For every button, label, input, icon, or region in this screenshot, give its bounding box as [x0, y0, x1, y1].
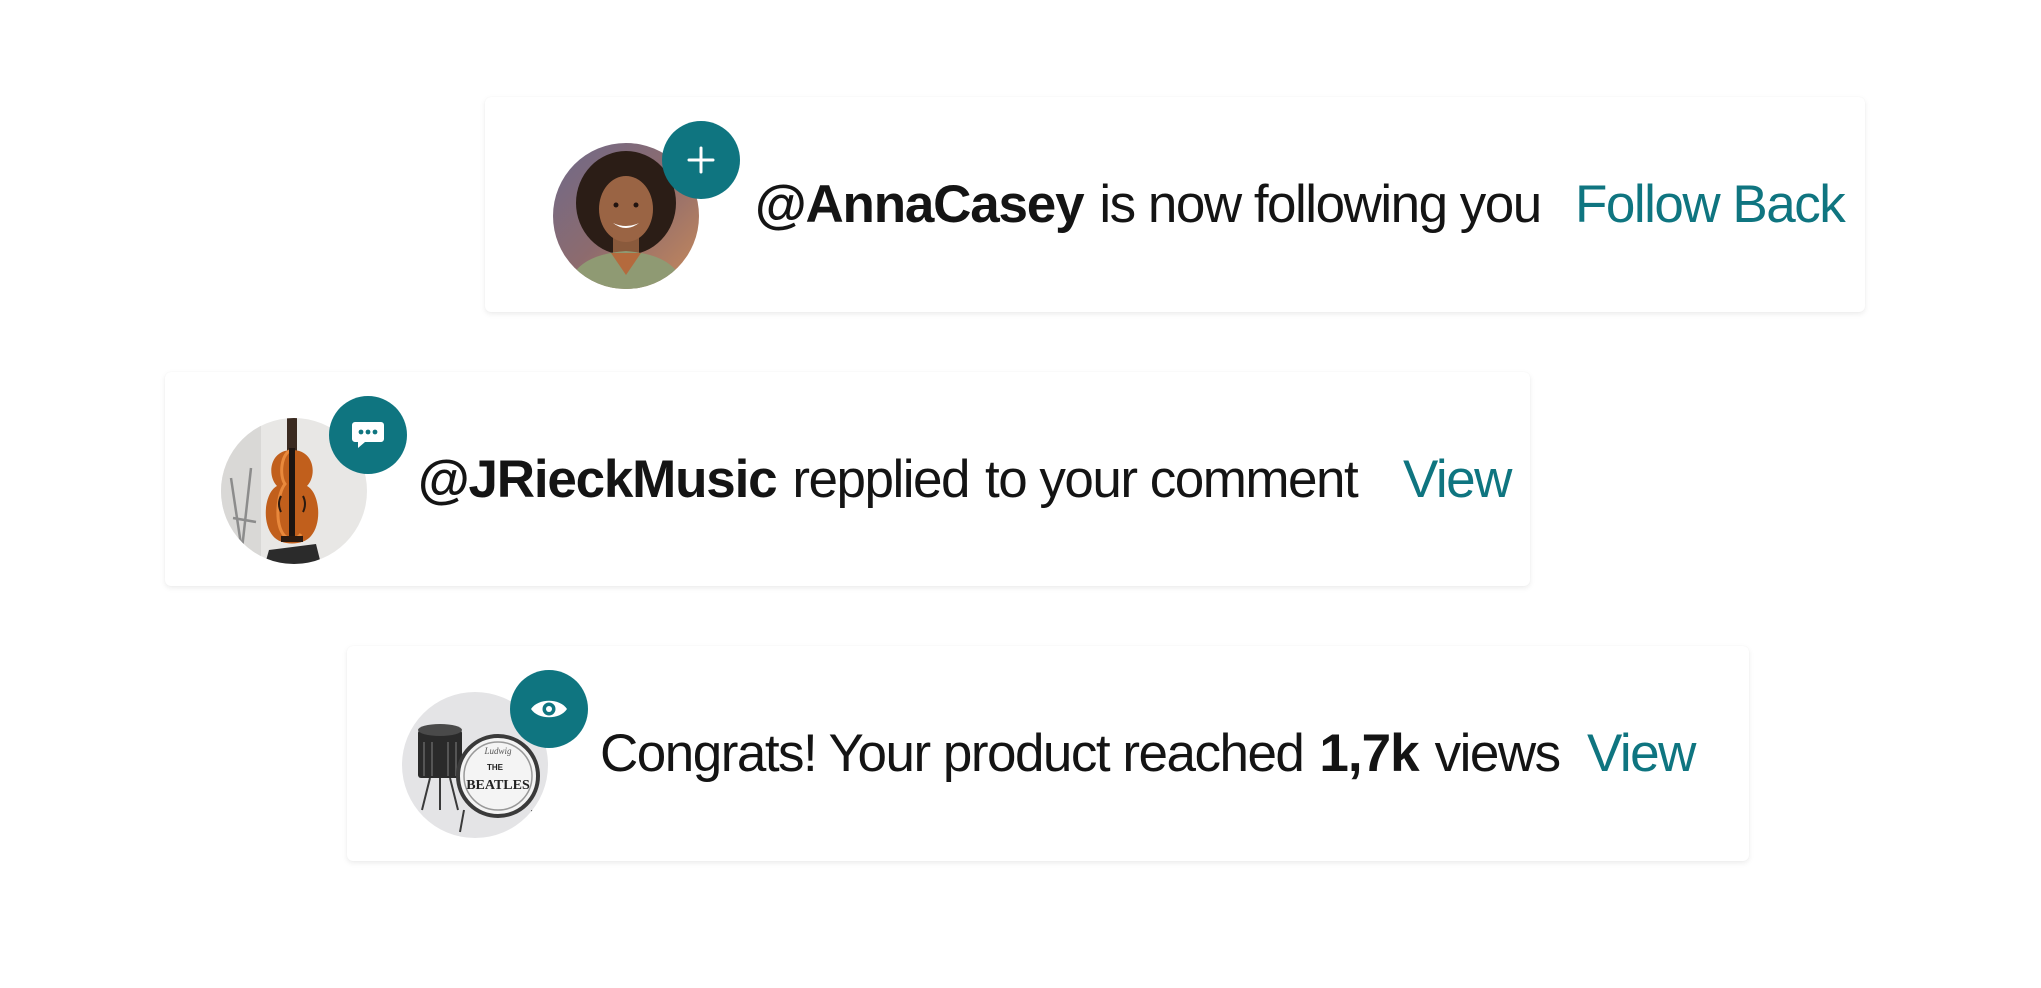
drum-head-text-2: BEATLES [466, 778, 530, 793]
view-button[interactable]: View [1403, 372, 1512, 587]
drum-logo-text: Ludwig [483, 746, 512, 756]
drum-head-text-1: THE [487, 763, 504, 772]
plus-icon [687, 146, 715, 174]
notification-card-views: Ludwig THE BEATLES Congrats! Your produc… [347, 646, 1749, 861]
view-count: 1,7k [1319, 724, 1419, 783]
follow-back-button[interactable]: Follow Back [1575, 97, 1846, 312]
reply-badge[interactable] [329, 396, 407, 474]
notification-message: Congrats! Your product reached 1,7k view… [600, 646, 1562, 861]
notification-card-reply: @JRieckMusic repplied to your comment Vi… [165, 372, 1530, 586]
views-badge[interactable] [510, 670, 588, 748]
chat-bubble-icon [352, 422, 384, 448]
user-handle[interactable]: @JRieckMusic [418, 449, 778, 510]
message-prefix: Congrats! Your product reached [600, 724, 1305, 783]
notification-card-follow: @AnnaCasey is now following you Follow B… [485, 97, 1865, 312]
message-suffix: views [1434, 724, 1562, 783]
user-handle[interactable]: @AnnaCasey [755, 174, 1085, 235]
eye-icon [531, 700, 567, 718]
notification-message: @AnnaCasey is now following you [755, 97, 1542, 312]
message-text: is now following you [1099, 175, 1542, 234]
follow-badge[interactable] [662, 121, 740, 199]
notification-message: @JRieckMusic repplied to your comment [418, 372, 1359, 587]
message-text-part1: repplied [792, 450, 970, 509]
message-text-part2: to your comment [984, 450, 1359, 509]
view-button[interactable]: View [1587, 646, 1696, 861]
